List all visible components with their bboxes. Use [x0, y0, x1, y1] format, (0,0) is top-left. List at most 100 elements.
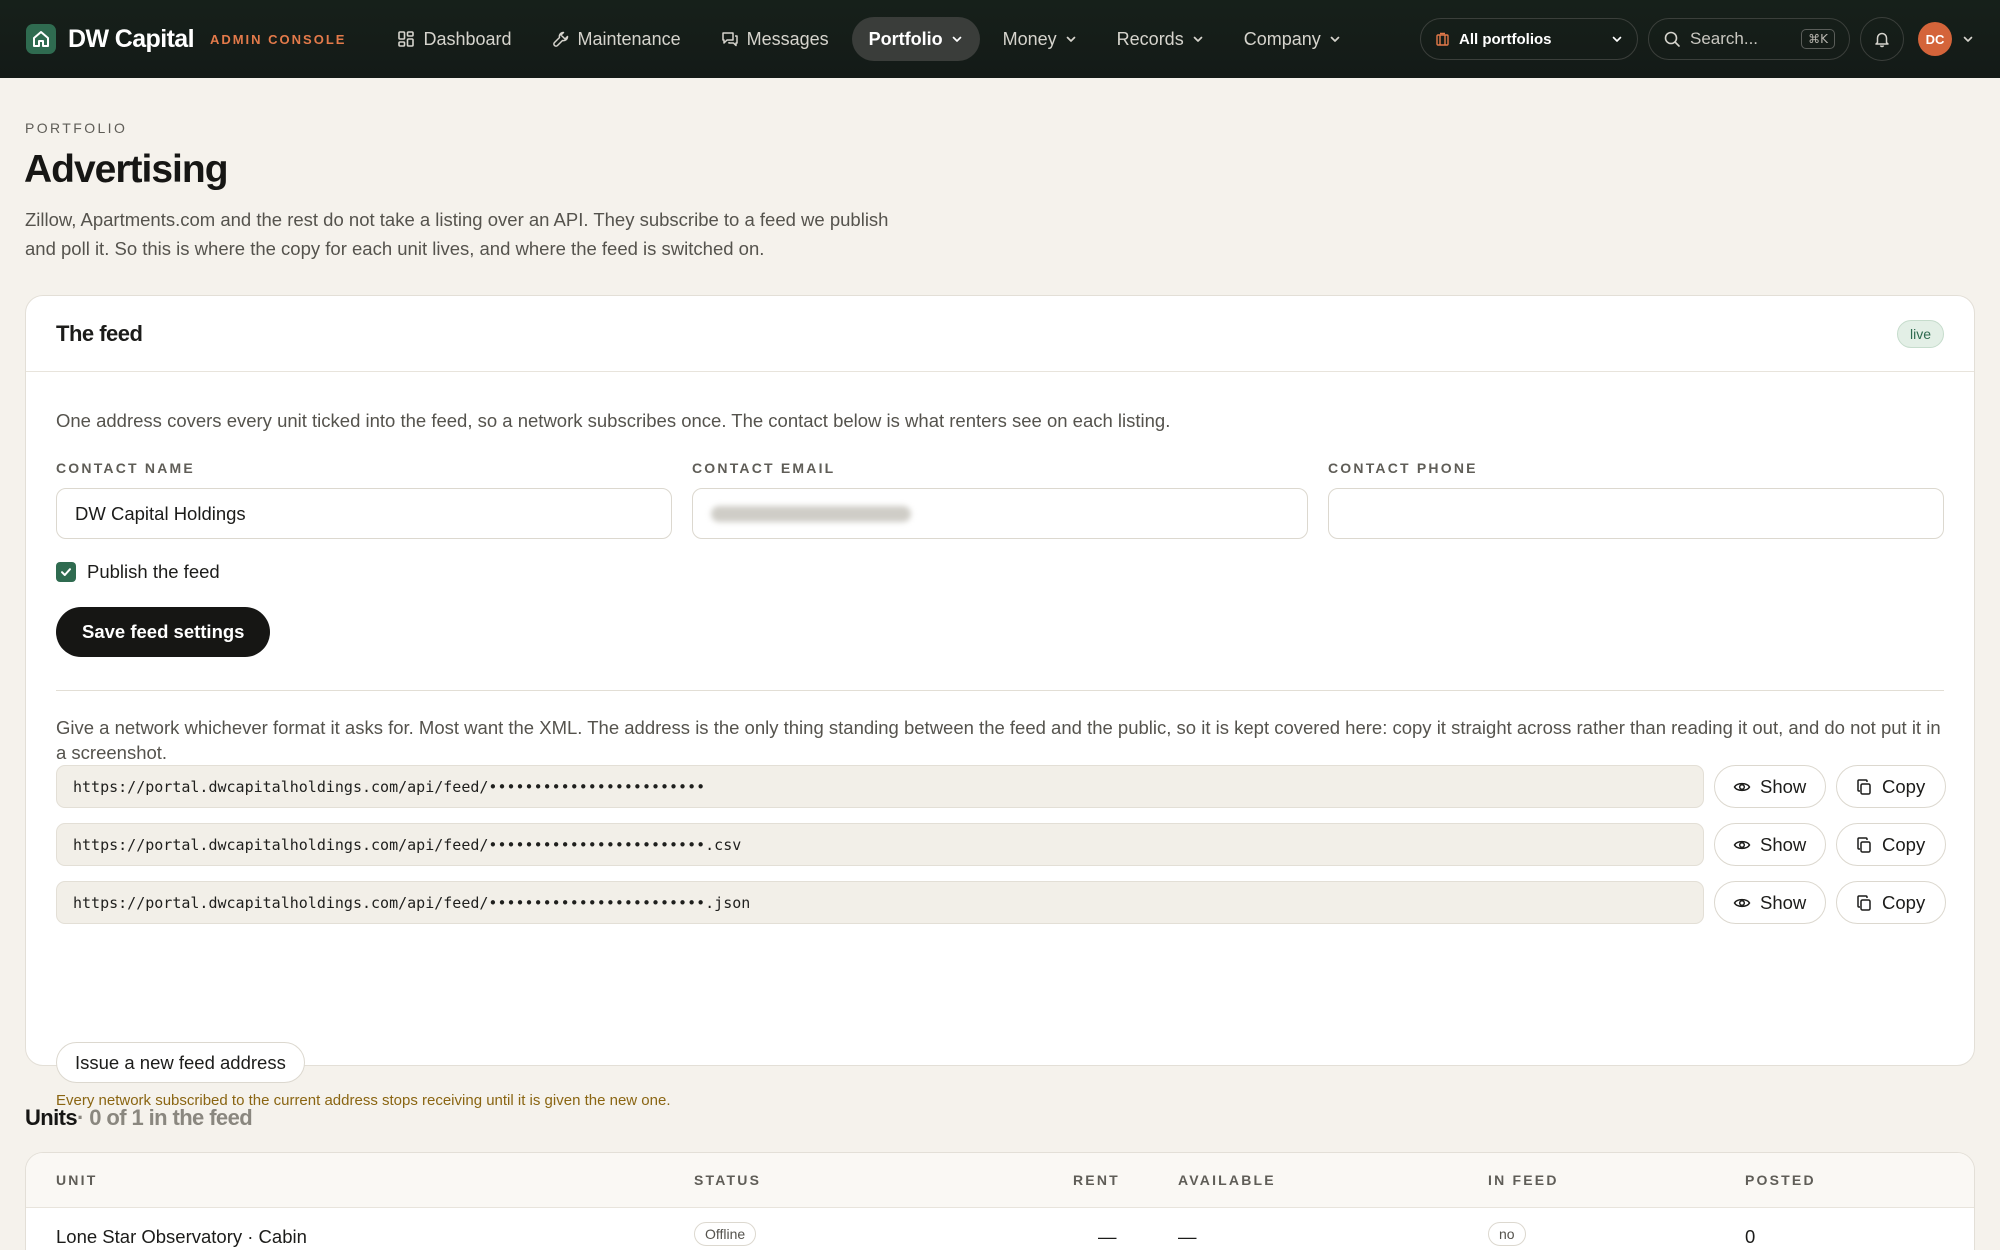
- contact-name-value: DW Capital Holdings: [75, 502, 246, 524]
- chevron-down-icon: [1193, 36, 1203, 42]
- brand-tag: ADMIN CONSOLE: [209, 31, 347, 47]
- feed-card-header: The feed live: [26, 296, 1974, 372]
- issue-new-feed-address-button[interactable]: Issue a new feed address: [56, 1042, 305, 1083]
- show-label: Show: [1760, 891, 1807, 913]
- messages-icon: [721, 32, 738, 47]
- feed-url-row-xml: https://portal.dwcapitalholdings.com/api…: [56, 765, 1946, 808]
- eye-icon: [1733, 898, 1751, 907]
- unit-name[interactable]: Lone Star Observatory · Cabin: [56, 1226, 307, 1248]
- units-heading: Units· 0 of 1 in the feed: [25, 1105, 253, 1131]
- portfolio-select-value: All portfolios: [1459, 30, 1552, 48]
- nav-records-label: Records: [1116, 28, 1184, 49]
- copy-url-button[interactable]: Copy: [1836, 823, 1946, 866]
- copy-url-button[interactable]: Copy: [1836, 881, 1946, 924]
- page-title: Advertising: [24, 148, 229, 191]
- feed-url-row-json: https://portal.dwcapitalholdings.com/api…: [56, 881, 1946, 924]
- building-icon: [1436, 32, 1449, 46]
- column-header-rent[interactable]: RENT: [1073, 1172, 1120, 1188]
- nav-messages[interactable]: Messages: [704, 17, 846, 61]
- page-description: Zillow, Apartments.com and the rest do n…: [25, 209, 889, 259]
- portfolio-select[interactable]: All portfolios: [1420, 18, 1638, 60]
- checkmark-icon: [61, 568, 71, 576]
- nav-money[interactable]: Money: [986, 17, 1094, 61]
- publish-feed-toggle[interactable]: Publish the feed: [56, 561, 220, 583]
- search-icon: [1664, 31, 1680, 47]
- contact-name-field[interactable]: DW Capital Holdings: [56, 488, 672, 539]
- account-menu[interactable]: DC: [1918, 22, 1974, 56]
- column-header-status[interactable]: STATUS: [694, 1172, 761, 1188]
- feed-url-json[interactable]: https://portal.dwcapitalholdings.com/api…: [56, 881, 1704, 924]
- chevron-down-icon: [1066, 36, 1076, 42]
- feed-url-row-csv: https://portal.dwcapitalholdings.com/api…: [56, 823, 1946, 866]
- show-url-button[interactable]: Show: [1714, 765, 1826, 808]
- nav-maintenance[interactable]: Maintenance: [535, 17, 698, 61]
- main-nav: Dashboard Maintenance Messages Portfolio…: [380, 17, 1357, 61]
- home-logo-icon: [26, 24, 56, 54]
- nav-portfolio-label: Portfolio: [868, 28, 943, 49]
- unit-rent: —: [1098, 1226, 1117, 1247]
- units-summary: · 0 of 1 in the feed: [77, 1105, 253, 1130]
- bell-icon: [1875, 32, 1889, 48]
- nav-messages-label: Messages: [746, 28, 829, 49]
- avatar: DC: [1918, 22, 1952, 56]
- unit-available: —: [1178, 1226, 1197, 1247]
- notifications-button[interactable]: [1860, 17, 1904, 61]
- copy-url-button[interactable]: Copy: [1836, 765, 1946, 808]
- nav-records[interactable]: Records: [1100, 17, 1221, 61]
- nav-company[interactable]: Company: [1227, 17, 1358, 61]
- search-shortcut: ⌘K: [1801, 29, 1835, 49]
- feed-url-csv[interactable]: https://portal.dwcapitalholdings.com/api…: [56, 823, 1704, 866]
- show-url-button[interactable]: Show: [1714, 823, 1826, 866]
- eye-icon: [1733, 840, 1751, 849]
- copy-label: Copy: [1882, 775, 1926, 797]
- wrench-icon: [552, 31, 568, 47]
- brand-name: DW Capital: [68, 24, 195, 53]
- nav-dashboard[interactable]: Dashboard: [380, 17, 528, 61]
- brand[interactable]: DW Capital ADMIN CONSOLE: [26, 24, 346, 54]
- units-title: Units: [25, 1105, 78, 1130]
- copy-icon: [1857, 894, 1871, 911]
- unit-status-badge: Offline: [694, 1222, 757, 1246]
- show-url-button[interactable]: Show: [1714, 881, 1826, 924]
- table-header: UNIT STATUS RENT AVAILABLE IN FEED POSTE…: [26, 1153, 1974, 1208]
- chevron-down-icon: [952, 36, 961, 42]
- search-placeholder: Search...: [1690, 29, 1759, 48]
- format-note: Give a network whichever format it asks …: [56, 717, 1941, 763]
- unit-in-feed-badge[interactable]: no: [1488, 1222, 1526, 1246]
- unit-posted-count: 0: [1745, 1226, 1756, 1247]
- top-nav: DW Capital ADMIN CONSOLE Dashboard Maint…: [0, 0, 2000, 78]
- copy-icon: [1857, 778, 1871, 795]
- eye-icon: [1733, 782, 1751, 791]
- chevron-down-icon: [1963, 36, 1973, 42]
- contact-email-label: CONTACT EMAIL: [692, 460, 836, 476]
- chevron-down-icon: [1330, 36, 1340, 42]
- feed-lead: One address covers every unit ticked int…: [56, 410, 1171, 431]
- show-label: Show: [1760, 775, 1807, 797]
- feed-url-xml[interactable]: https://portal.dwcapitalholdings.com/api…: [56, 765, 1704, 808]
- contact-name-label: CONTACT NAME: [56, 460, 195, 476]
- save-feed-settings-button[interactable]: Save feed settings: [56, 607, 271, 657]
- contact-email-field[interactable]: [692, 488, 1308, 539]
- contact-phone-label: CONTACT PHONE: [1328, 460, 1478, 476]
- chevron-down-icon: [1612, 36, 1622, 42]
- table-row[interactable]: Lone Star Observatory · Cabin Offline — …: [26, 1208, 1974, 1250]
- feed-card-title: The feed: [56, 320, 143, 346]
- nav-company-label: Company: [1243, 28, 1321, 49]
- divider: [56, 690, 1944, 691]
- search-input[interactable]: Search... ⌘K: [1648, 18, 1850, 60]
- status-badge: live: [1896, 319, 1944, 348]
- column-header-posted[interactable]: POSTED: [1745, 1172, 1816, 1188]
- publish-feed-checkbox[interactable]: [56, 562, 76, 582]
- redacted-email: [711, 505, 911, 522]
- nav-maintenance-label: Maintenance: [577, 28, 681, 49]
- column-header-unit[interactable]: UNIT: [56, 1172, 97, 1188]
- page-eyebrow: PORTFOLIO: [25, 120, 128, 136]
- show-label: Show: [1760, 833, 1807, 855]
- contact-phone-field[interactable]: [1328, 488, 1944, 539]
- column-header-available[interactable]: AVAILABLE: [1178, 1172, 1276, 1188]
- column-header-in-feed[interactable]: IN FEED: [1488, 1172, 1559, 1188]
- dashboard-icon: [398, 31, 415, 47]
- copy-icon: [1857, 836, 1871, 853]
- nav-portfolio[interactable]: Portfolio: [851, 17, 980, 61]
- feed-card: The feed live One address covers every u…: [25, 295, 1975, 1109]
